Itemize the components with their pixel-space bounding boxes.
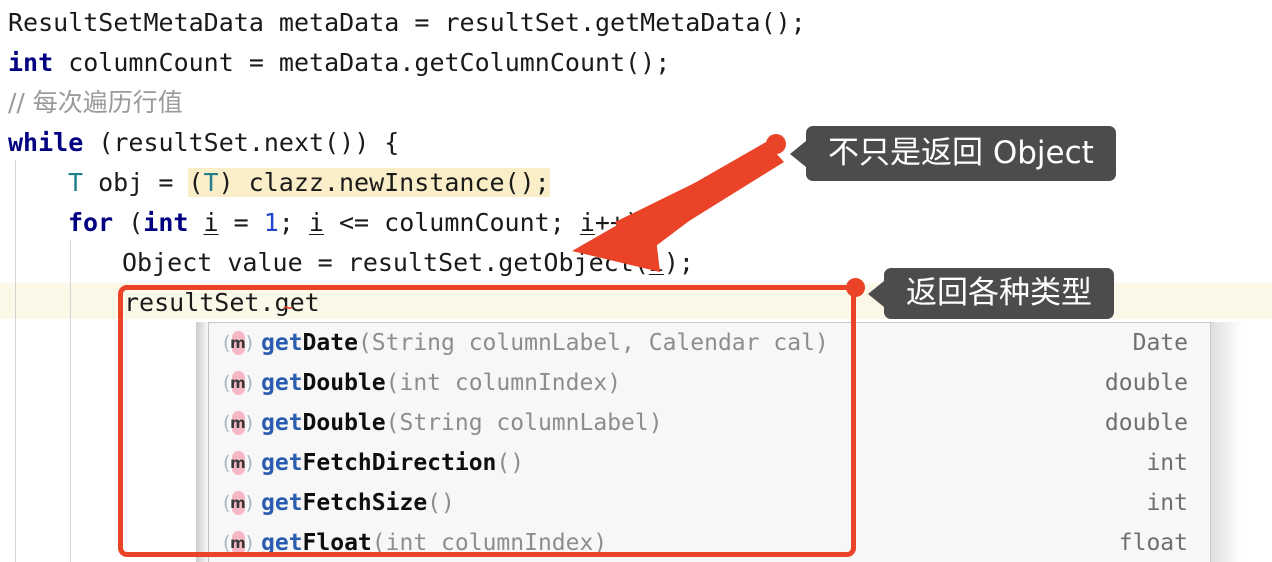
var-i-3: i bbox=[579, 208, 595, 237]
code-line-6[interactable]: for (int i = 1; i <= columnCount; i++) { bbox=[68, 203, 670, 243]
method-icon: (m) bbox=[223, 451, 253, 475]
method-icon: (m) bbox=[223, 531, 253, 555]
method-icon: (m) bbox=[223, 371, 253, 395]
indent-guide-level1 bbox=[15, 160, 16, 562]
method-icon: (m) bbox=[223, 331, 253, 355]
keyword-int: int bbox=[8, 48, 54, 77]
completion-row[interactable]: (m) getFetchDirection() int bbox=[209, 443, 1210, 483]
code-line-3-comment[interactable]: // 每次遍历行值 bbox=[8, 83, 183, 123]
code-token: Object value = resultSet.getObject( bbox=[122, 248, 649, 277]
completion-signature: () bbox=[427, 490, 455, 516]
callout-object: 不只是返回 Object bbox=[806, 126, 1116, 181]
callout-object-text: 不只是返回 Object bbox=[828, 135, 1094, 171]
code-token: ++) { bbox=[594, 208, 671, 237]
completion-label: getDouble(int columnIndex) bbox=[255, 370, 998, 396]
completion-label: getFetchDirection() bbox=[255, 450, 998, 476]
completion-prefix: get bbox=[261, 370, 303, 396]
comment-text: // 每次遍历行值 bbox=[8, 88, 183, 117]
completion-signature: (String columnLabel, Calendar cal) bbox=[357, 330, 829, 356]
completion-name: FetchDirection bbox=[302, 450, 497, 476]
code-line-5[interactable]: T obj = (T) clazz.newInstance(); bbox=[68, 163, 550, 203]
completion-row[interactable]: (m) getFloat(int columnIndex) float bbox=[209, 523, 1210, 562]
annotation-dot-arrow bbox=[766, 134, 786, 154]
method-icon: (m) bbox=[223, 411, 253, 435]
completion-return-type: double bbox=[1104, 410, 1188, 436]
callout-types: 返回各种类型 bbox=[884, 268, 1114, 319]
completion-label: getDate(String columnLabel, Calendar cal… bbox=[255, 330, 998, 356]
completion-row[interactable]: (m) getFetchSize() int bbox=[209, 483, 1210, 523]
code-token: (resultSet.next()) { bbox=[83, 128, 400, 157]
completion-prefix: get bbox=[261, 330, 303, 356]
completion-prefix: get bbox=[261, 530, 303, 556]
code-line-7[interactable]: Object value = resultSet.getObject(i); bbox=[122, 243, 694, 283]
completion-return-type: float bbox=[1118, 530, 1188, 556]
completion-label: getFloat(int columnIndex) bbox=[255, 530, 998, 556]
completion-return-type: Date bbox=[1132, 330, 1188, 356]
code-token: <= columnCount; bbox=[323, 208, 580, 237]
code-token: obj = bbox=[83, 168, 189, 197]
completion-row[interactable]: (m) getDouble(String columnLabel) double bbox=[209, 403, 1210, 443]
completion-signature: (int columnIndex) bbox=[385, 370, 622, 396]
code-line-1[interactable]: ResultSetMetaData metaData = resultSet.g… bbox=[8, 3, 806, 43]
completion-return-type: int bbox=[1146, 450, 1188, 476]
callout-object-tail bbox=[790, 141, 806, 167]
method-icon: (m) bbox=[223, 491, 253, 515]
error-squiggle: ∼ bbox=[282, 300, 294, 316]
code-line-2[interactable]: int columnCount = metaData.getColumnCoun… bbox=[8, 43, 670, 83]
completion-return-type: double bbox=[1104, 370, 1188, 396]
code-token: ); bbox=[663, 248, 694, 277]
completion-name: Double bbox=[302, 410, 386, 436]
var-i-4: i bbox=[648, 248, 664, 277]
completion-name: Float bbox=[302, 530, 372, 556]
code-token: columnCount = metaData.getColumnCount(); bbox=[53, 48, 671, 77]
code-token: ; bbox=[278, 208, 309, 237]
completion-prefix: get bbox=[261, 410, 303, 436]
completion-signature: (String columnLabel) bbox=[385, 410, 663, 436]
callout-types-text: 返回各种类型 bbox=[906, 275, 1092, 311]
keyword-int-2: int bbox=[143, 208, 189, 237]
completion-name: Double bbox=[302, 370, 386, 396]
cast-highlight: (T) clazz.newInstance(); bbox=[188, 168, 550, 197]
completion-signature: (int columnIndex) bbox=[371, 530, 608, 556]
code-completion-popup[interactable]: (m) getDate(String columnLabel, Calendar … bbox=[208, 322, 1211, 562]
completion-return-type: int bbox=[1146, 490, 1188, 516]
cast-type-T: T bbox=[203, 168, 219, 197]
completion-row[interactable]: (m) getDouble(int columnIndex) double bbox=[209, 363, 1210, 403]
keyword-for: for bbox=[68, 208, 114, 237]
annotation-dot-rect bbox=[846, 278, 865, 297]
completion-label: getDouble(String columnLabel) bbox=[255, 410, 998, 436]
completion-signature: () bbox=[496, 450, 525, 476]
completion-label: getFetchSize() bbox=[255, 490, 998, 516]
var-i-1: i bbox=[203, 208, 219, 237]
number-literal: 1 bbox=[263, 208, 279, 237]
completion-name: Date bbox=[302, 330, 358, 356]
var-i-2: i bbox=[308, 208, 324, 237]
callout-types-tail bbox=[868, 281, 884, 307]
completion-name: FetchSize bbox=[302, 490, 428, 516]
screenshot-root: ResultSetMetaData metaData = resultSet.g… bbox=[0, 0, 1272, 562]
type-param-T: T bbox=[68, 168, 84, 197]
completion-row[interactable]: (m) getDate(String columnLabel, Calendar … bbox=[209, 323, 1210, 363]
code-token: = bbox=[218, 208, 264, 237]
code-token: ResultSetMetaData metaData = resultSet.g… bbox=[8, 8, 806, 37]
indent-guide-level2 bbox=[70, 240, 71, 562]
code-token: clazz.newInstance(); bbox=[233, 168, 550, 197]
keyword-while: while bbox=[8, 128, 84, 157]
code-line-4[interactable]: while (resultSet.next()) { bbox=[8, 123, 399, 163]
completion-prefix: get bbox=[261, 450, 303, 476]
code-token: ( bbox=[113, 208, 144, 237]
completion-prefix: get bbox=[261, 490, 303, 516]
